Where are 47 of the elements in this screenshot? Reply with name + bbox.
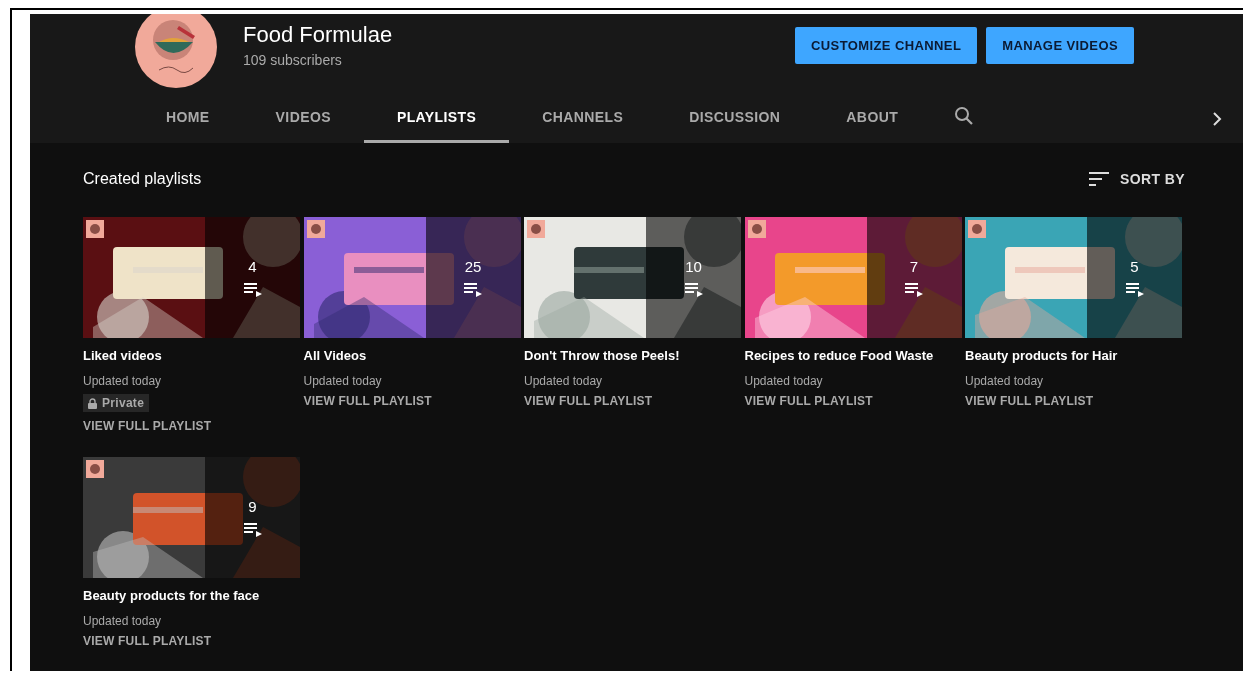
video-count: 4 — [248, 258, 257, 275]
tab[interactable]: ABOUT — [813, 94, 932, 143]
playlist-icon — [905, 283, 923, 297]
playlist-icon — [243, 522, 262, 537]
tab[interactable]: VIDEOS — [242, 94, 364, 143]
video-count: 25 — [464, 258, 482, 275]
section-title: Created playlists — [83, 170, 202, 188]
playlist-title[interactable]: Liked videos — [83, 348, 300, 363]
playlist-title[interactable]: Beauty products for Hair — [965, 348, 1182, 363]
playlist-icon — [684, 283, 703, 297]
video-count: 10 — [685, 258, 702, 275]
view-playlist-link[interactable]: VIEW FULL PLAYLIST — [965, 394, 1182, 408]
playlist-icon — [243, 283, 262, 297]
video-count: 9 — [248, 497, 257, 515]
view-playlist-link[interactable]: VIEW FULL PLAYLIST — [303, 394, 521, 408]
playlist-icon — [464, 283, 482, 297]
action-button[interactable]: CUSTOMIZE CHANNEL — [795, 27, 978, 64]
view-playlist-link[interactable]: VIEW FULL PLAYLIST — [524, 394, 741, 408]
search-icon[interactable] — [955, 106, 973, 125]
updated-label: Updated today — [524, 374, 604, 388]
updated-label: Updated today — [83, 613, 163, 628]
tab[interactable]: HOME — [133, 94, 243, 143]
chevron-right-icon[interactable] — [1211, 110, 1223, 127]
sort-icon — [1088, 172, 1109, 186]
lock-icon — [88, 397, 97, 409]
view-playlist-link[interactable]: VIEW FULL PLAYLIST — [83, 418, 300, 433]
tab[interactable]: CHANNELS — [509, 94, 657, 143]
view-playlist-link[interactable]: VIEW FULL PLAYLIST — [83, 633, 300, 648]
updated-label: Updated today — [744, 374, 824, 388]
updated-label: Updated today — [303, 374, 383, 388]
tab[interactable]: DISCUSSION — [656, 94, 814, 143]
updated-label: Updated today — [83, 374, 163, 388]
playlist-title[interactable]: All Videos — [303, 348, 521, 363]
privacy-label: Private — [102, 396, 145, 410]
subscriber-count: 109 subscribers — [243, 52, 343, 68]
tab[interactable]: PLAYLISTS — [363, 94, 510, 143]
view-playlist-link[interactable]: VIEW FULL PLAYLIST — [744, 394, 962, 408]
sort-button[interactable]: SORT BY — [1088, 171, 1185, 187]
video-count: 5 — [1130, 258, 1139, 275]
channel-name: Food Formulae — [243, 22, 393, 48]
video-count: 7 — [909, 258, 919, 275]
playlist-title[interactable]: Don't Throw those Peels! — [524, 348, 741, 363]
action-button[interactable]: MANAGE VIDEOS — [986, 27, 1134, 64]
playlist-title[interactable]: Beauty products for the face — [83, 587, 300, 603]
playlist-title[interactable]: Recipes to reduce Food Waste — [744, 348, 962, 363]
updated-label: Updated today — [965, 374, 1045, 388]
playlist-icon — [1125, 283, 1144, 297]
